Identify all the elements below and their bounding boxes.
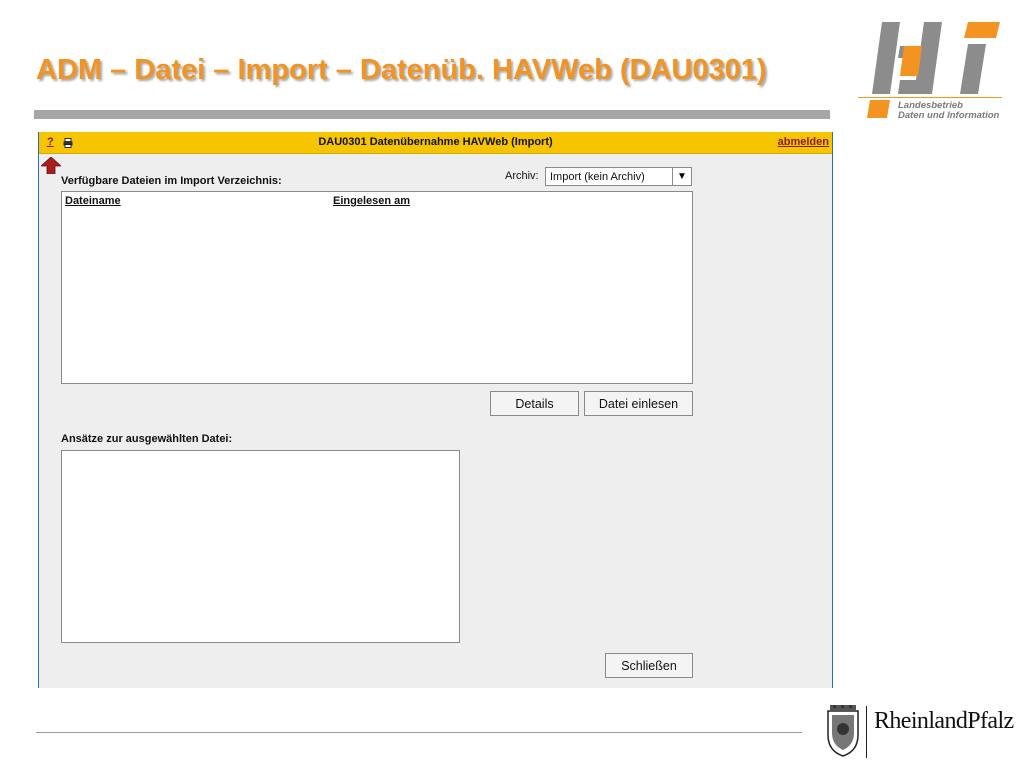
app-header: ? DAU0301 Datenübernahme HAVWeb (Import)… bbox=[39, 132, 832, 154]
details-button[interactable]: Details bbox=[490, 391, 579, 416]
chevron-down-icon[interactable]: ▼ bbox=[672, 168, 691, 185]
footer-rule bbox=[36, 732, 802, 733]
state-wordmark: RheinlandPfalz bbox=[874, 708, 1014, 734]
logo-divider bbox=[858, 97, 1002, 98]
files-section-label: Verfügbare Dateien im Import Verzeichnis… bbox=[61, 175, 282, 187]
logo-subtitle: Landesbetrieb Daten und Information bbox=[898, 101, 999, 121]
state-crest-icon bbox=[827, 705, 859, 757]
window-title: DAU0301 Datenübernahme HAVWeb (Import) bbox=[318, 136, 553, 148]
approaches-section-label: Ansätze zur ausgewählten Datei: bbox=[61, 433, 233, 445]
logout-link[interactable]: abmelden bbox=[778, 136, 829, 148]
footer-separator bbox=[866, 706, 867, 758]
approaches-textbox[interactable] bbox=[61, 450, 460, 643]
column-header-read-at[interactable]: Eingelesen am bbox=[333, 195, 410, 207]
close-button[interactable]: Schließen bbox=[605, 653, 693, 678]
read-file-button[interactable]: Datei einlesen bbox=[584, 391, 693, 416]
archiv-selected-value: Import (kein Archiv) bbox=[550, 171, 645, 183]
slide-title: ADM – Datei – Import – Datenüb. HAVWeb (… bbox=[36, 54, 767, 86]
archiv-label: Archiv: bbox=[505, 170, 539, 182]
archiv-select[interactable]: Import (kein Archiv) ▼ bbox=[545, 167, 692, 186]
app-window: ? DAU0301 Datenübernahme HAVWeb (Import)… bbox=[38, 132, 833, 688]
title-rule bbox=[34, 110, 830, 119]
back-arrow-icon[interactable] bbox=[41, 157, 61, 174]
logo-line-2: Daten und Information bbox=[898, 110, 1000, 121]
column-header-filename[interactable]: Dateiname bbox=[65, 195, 121, 207]
import-files-list[interactable]: Dateiname Eingelesen am bbox=[61, 191, 693, 384]
